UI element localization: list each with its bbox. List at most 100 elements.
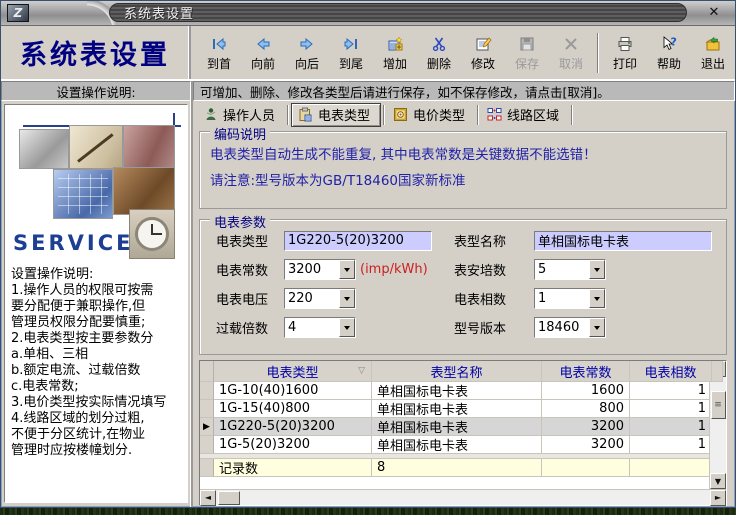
sidebar-panel: SERVICE 设置操作说明: 1.操作人员的权限可按需 要分配便于兼职操作,但…	[4, 104, 188, 503]
vertical-scroll-thumb[interactable]: ≡	[711, 391, 726, 419]
arrow-first-icon	[209, 34, 229, 54]
cell-phases: 1	[630, 418, 712, 436]
app-window: Z 系统表设置 ✕ 系统表设置 到首 向前	[0, 0, 736, 508]
meter-params-box: 电表参数 电表类型 表型名称 电表常数 3200	[199, 219, 727, 355]
table-row[interactable]: 1G-10(40)1600 单相国标电卡表 1600 1	[200, 382, 709, 400]
column-header-label: 电表类型	[266, 362, 318, 381]
chevron-down-icon[interactable]	[589, 289, 605, 308]
scroll-left-icon[interactable]: ◄	[200, 490, 216, 506]
model-name-input[interactable]	[534, 231, 712, 251]
tab-price-type[interactable]: 电价类型	[387, 103, 475, 127]
overload-dropdown[interactable]: 4	[284, 317, 356, 338]
column-header-model-name[interactable]: 表型名称	[372, 361, 542, 382]
dropdown-value: 1	[535, 289, 589, 308]
row-indicator	[200, 400, 214, 418]
chevron-down-icon[interactable]	[589, 260, 605, 279]
exit-button[interactable]: 退出	[691, 29, 735, 77]
add-record-button[interactable]: 增加	[373, 29, 417, 77]
meter-constant-label: 电表常数	[206, 260, 284, 279]
horizontal-scrollbar[interactable]: ◄ ►	[200, 489, 726, 505]
cell-meter-type: 1G-15(40)800	[214, 400, 372, 418]
meter-constant-dropdown[interactable]: 3200	[284, 259, 356, 280]
version-dropdown[interactable]: 18460	[534, 317, 606, 338]
coding-instructions-box: 编码说明 电表类型自动生成不能重复, 其中电表常数是关键数据不能选错！ 请注意:…	[199, 131, 727, 209]
form-row: 过载倍数 4 型号版本 18460	[206, 313, 720, 342]
close-icon[interactable]: ✕	[702, 4, 726, 21]
service-wordmark: SERVICE	[13, 231, 133, 255]
table-header-row: 电表类型 ▽ 表型名称 电表常数 电表相数	[200, 361, 709, 382]
last-record-button[interactable]: 到尾	[329, 29, 373, 77]
collage-clock-image	[129, 209, 175, 259]
column-header-phases[interactable]: 电表相数	[630, 361, 712, 382]
ampere-dropdown[interactable]: 5	[534, 259, 606, 280]
chevron-down-icon[interactable]	[589, 318, 605, 337]
modify-record-button[interactable]: 修改	[461, 29, 505, 77]
help-button[interactable]: ? 帮助	[647, 29, 691, 77]
button-label: 退出	[701, 55, 725, 72]
clipboard-icon	[298, 107, 313, 122]
cell-filler	[542, 459, 630, 477]
column-header-label: 电表常数	[559, 362, 611, 381]
chevron-down-icon[interactable]	[339, 289, 355, 308]
cell-model-name: 单相国标电卡表	[372, 418, 542, 436]
tab-line-area[interactable]: 线路区域	[481, 103, 569, 127]
tab-separator	[383, 105, 385, 125]
content-area: 设置操作说明: SERVICE 设置操作说明: 1.操作人员的权限可按需 要分配…	[1, 81, 735, 507]
prev-record-button[interactable]: 向前	[241, 29, 285, 77]
phases-dropdown[interactable]: 1	[534, 288, 606, 309]
save-button: 保存	[505, 29, 549, 77]
next-record-button[interactable]: 向后	[285, 29, 329, 77]
tab-meter-type[interactable]: 电表类型	[291, 103, 381, 127]
form-row: 电表电压 220 电表相数 1	[206, 284, 720, 313]
add-card-icon	[385, 34, 405, 54]
chevron-down-icon[interactable]	[339, 318, 355, 337]
table-row-selected[interactable]: ▶ 1G220-5(20)3200 单相国标电卡表 3200 1	[200, 418, 709, 436]
table-row[interactable]: 1G-5(20)3200 单相国标电卡表 3200 1	[200, 436, 709, 454]
person-icon	[203, 107, 218, 122]
button-label: 打印	[613, 55, 637, 72]
cell-meter-type: 1G-5(20)3200	[214, 436, 372, 454]
toolbar: 到首 向前 向后 到尾	[191, 26, 735, 79]
model-name-label: 表型名称	[442, 231, 534, 250]
price-book-icon	[393, 107, 408, 122]
form-row: 电表类型 表型名称	[206, 226, 720, 255]
cell-meter-type: 1G220-5(20)3200	[214, 418, 372, 436]
arrow-last-icon	[341, 34, 361, 54]
cell-model-name: 单相国标电卡表	[372, 436, 542, 454]
record-count-value: 8	[372, 459, 542, 477]
column-header-filler	[712, 361, 723, 382]
tab-operators[interactable]: 操作人员	[197, 103, 285, 127]
tab-separator	[571, 105, 573, 125]
column-header-constant[interactable]: 电表常数	[542, 361, 630, 382]
sidebar-instructions: 设置操作说明: 1.操作人员的权限可按需 要分配便于兼职操作,但 管理员权限分配…	[11, 267, 185, 459]
meter-type-input[interactable]	[284, 231, 432, 251]
toolbar-separator	[597, 33, 599, 73]
sort-icon: ▽	[358, 366, 365, 376]
title-bar: Z 系统表设置 ✕	[1, 1, 735, 26]
button-label: 向后	[295, 55, 319, 72]
edit-note-icon	[473, 34, 493, 54]
record-count-label: 记录数	[214, 459, 372, 477]
dropdown-value: 3200	[285, 260, 339, 279]
header-band: 系统表设置 到首 向前 向后	[1, 26, 735, 81]
scroll-right-icon[interactable]: ►	[710, 490, 726, 506]
table-row[interactable]: 1G-15(40)800 单相国标电卡表 800 1	[200, 400, 709, 418]
table-footer-row: 记录数 8	[200, 459, 709, 477]
row-indicator	[200, 436, 214, 454]
line-area-diagram-icon	[487, 107, 502, 122]
column-header-meter-type[interactable]: 电表类型 ▽	[214, 361, 372, 382]
delete-record-button[interactable]: 删除	[417, 29, 461, 77]
column-header-label: 电表相数	[644, 362, 696, 381]
phases-label: 电表相数	[442, 289, 534, 308]
horizontal-scroll-thumb[interactable]	[218, 491, 240, 505]
voltage-dropdown[interactable]: 220	[284, 288, 356, 309]
print-button[interactable]: 打印	[603, 29, 647, 77]
scroll-down-icon[interactable]: ▼	[710, 473, 726, 489]
constant-unit-label: (imp/kWh)	[360, 262, 428, 277]
first-record-button[interactable]: 到首	[197, 29, 241, 77]
button-label: 到首	[207, 55, 231, 72]
button-label: 向前	[251, 55, 275, 72]
tab-separator	[477, 105, 479, 125]
chevron-down-icon[interactable]	[339, 260, 355, 279]
sidebar: 设置操作说明: SERVICE 设置操作说明: 1.操作人员的权限可按需 要分配…	[1, 81, 193, 507]
